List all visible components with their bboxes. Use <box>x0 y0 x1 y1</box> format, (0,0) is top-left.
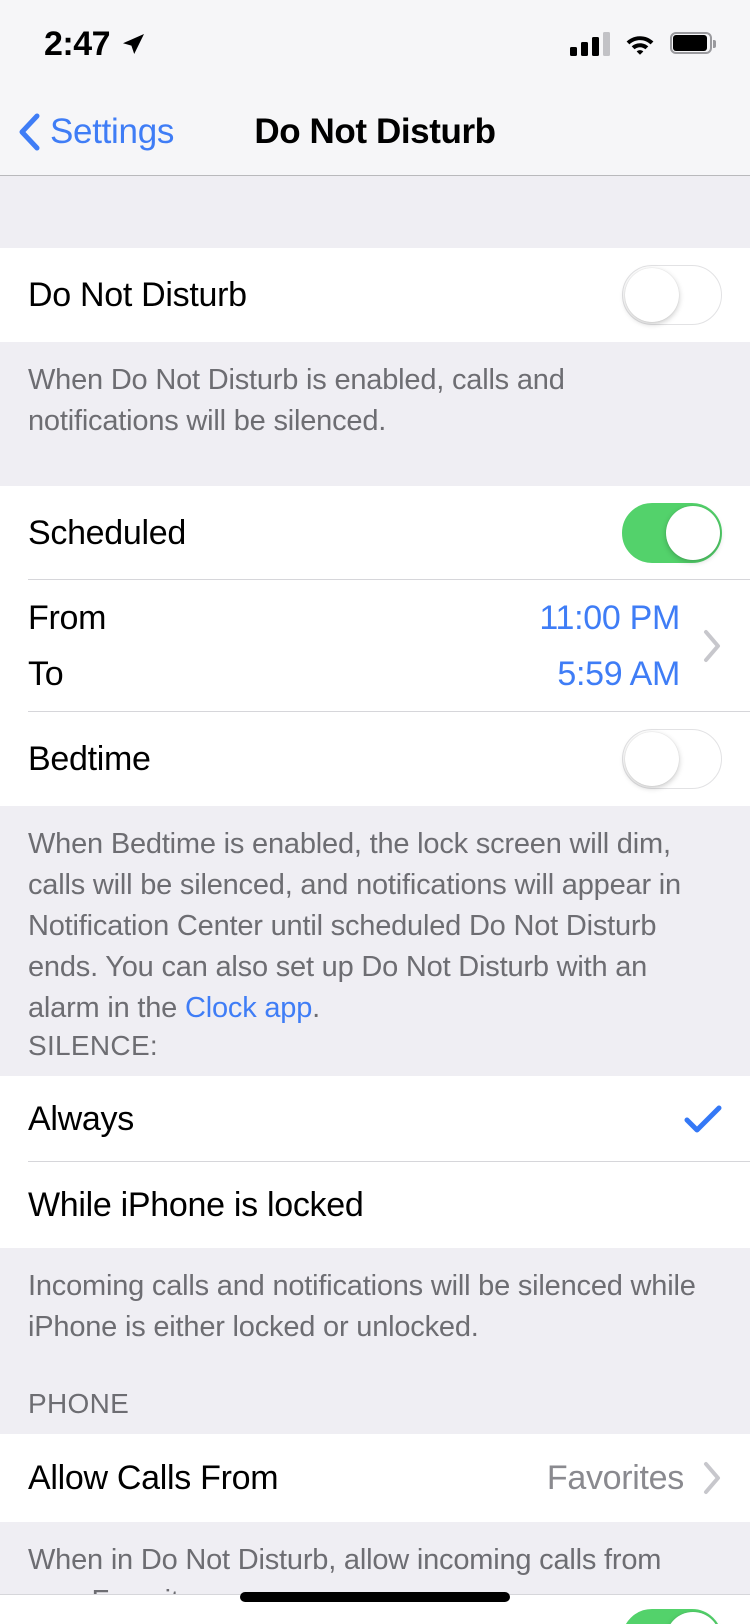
toggle-partial-next-row[interactable] <box>622 1609 722 1624</box>
home-indicator <box>240 1592 510 1602</box>
row-label-bedtime: Bedtime <box>28 739 151 778</box>
row-label-scheduled: Scheduled <box>28 513 186 552</box>
label-to: To <box>28 655 64 693</box>
footer-do-not-disturb: When Do Not Disturb is enabled, calls an… <box>0 342 750 452</box>
navigation-bar: Settings Do Not Disturb <box>0 88 750 176</box>
row-label-allow-calls-from: Allow Calls From <box>28 1458 279 1497</box>
row-value-allow-calls-from: Favorites <box>546 1458 684 1497</box>
row-allow-calls-from[interactable]: Allow Calls From Favorites <box>0 1434 750 1522</box>
value-to: 5:59 AM <box>557 655 680 693</box>
group-spacer-schedule <box>0 452 750 486</box>
toggle-do-not-disturb[interactable] <box>622 265 722 325</box>
chevron-left-icon <box>19 113 40 150</box>
value-from: 11:00 PM <box>539 599 680 637</box>
row-bedtime[interactable]: Bedtime <box>0 712 750 806</box>
status-bar-left: 2:47 <box>44 25 146 64</box>
footer-bedtime-part1: When Bedtime is enabled, the lock screen… <box>28 828 681 1024</box>
row-silence-while-locked[interactable]: While iPhone is locked <box>0 1162 750 1248</box>
label-from: From <box>28 599 107 637</box>
row-label-do-not-disturb: Do Not Disturb <box>28 275 247 314</box>
row-silence-always[interactable]: Always <box>0 1076 750 1162</box>
back-button-label: Settings <box>50 111 175 151</box>
clock-app-link[interactable]: Clock app <box>185 992 312 1024</box>
iphone-settings-screen: 2:47 Settings Do Not Disturb Do Not Dist… <box>0 0 750 1624</box>
chevron-right-icon <box>704 1462 720 1494</box>
status-bar-right <box>570 32 716 56</box>
battery-icon <box>670 32 716 56</box>
checkmark-icon <box>684 1105 722 1133</box>
row-label-always: Always <box>28 1099 134 1138</box>
footer-silence: Incoming calls and notifications will be… <box>0 1248 750 1360</box>
back-button[interactable]: Settings <box>0 112 174 152</box>
footer-bedtime: When Bedtime is enabled, the lock screen… <box>0 806 750 1024</box>
group-spacer-top <box>0 176 750 248</box>
location-arrow-icon <box>123 34 145 54</box>
row-do-not-disturb[interactable]: Do Not Disturb <box>0 248 750 342</box>
wifi-icon <box>626 36 654 55</box>
status-bar-clock: 2:47 <box>44 24 111 63</box>
allow-calls-disclosure <box>702 1461 722 1495</box>
schedule-values: 11:00 PM 5:59 AM <box>539 592 680 700</box>
footer-bedtime-part2: . <box>312 992 321 1024</box>
schedule-disclosure <box>702 629 722 663</box>
cellular-signal-icon <box>570 32 610 56</box>
chevron-right-icon <box>704 630 720 662</box>
status-bar: 2:47 <box>0 0 750 88</box>
row-schedule-time-range[interactable]: From To 11:00 PM 5:59 AM <box>0 580 750 712</box>
section-header-phone: PHONE <box>0 1360 750 1434</box>
row-label-while-locked: While iPhone is locked <box>28 1185 364 1224</box>
toggle-bedtime[interactable] <box>622 729 722 789</box>
row-scheduled[interactable]: Scheduled <box>0 486 750 580</box>
toggle-scheduled[interactable] <box>622 503 722 563</box>
schedule-labels: From To <box>28 592 106 700</box>
